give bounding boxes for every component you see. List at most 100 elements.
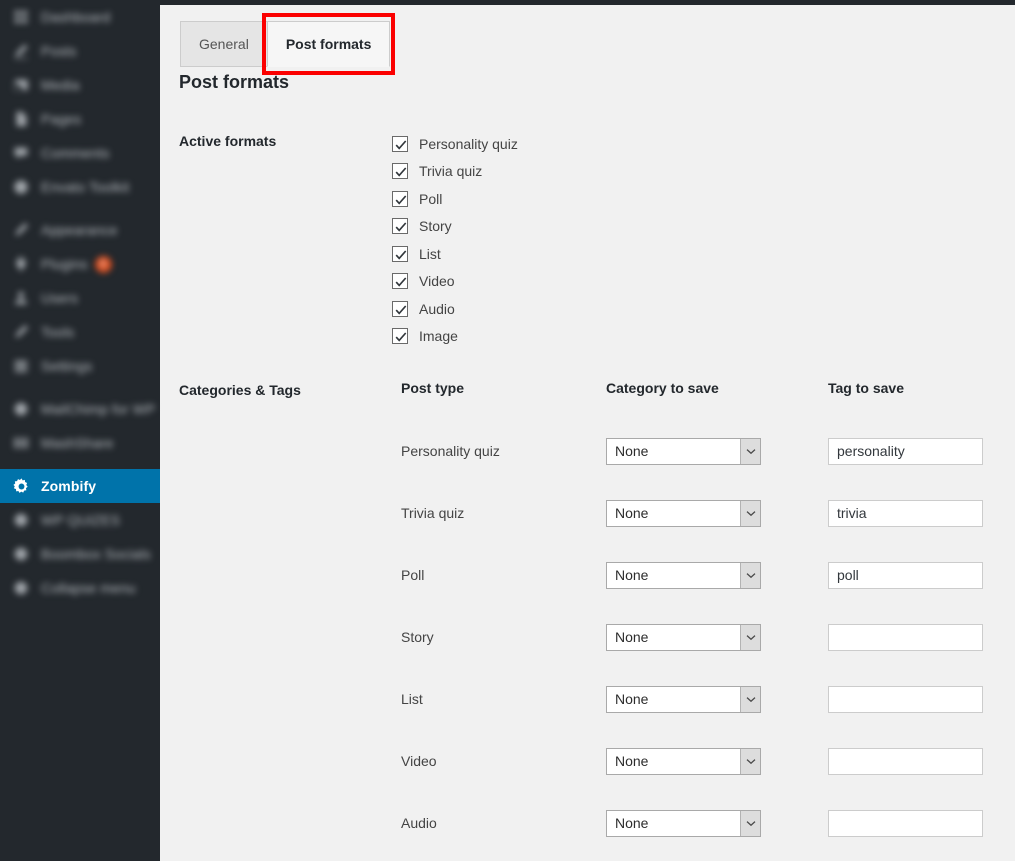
sidebar-item-appearance[interactable]: Appearance: [0, 213, 160, 247]
sidebar-item-collapse-menu[interactable]: Collapse menu: [0, 571, 160, 605]
tag-input[interactable]: poll: [828, 561, 983, 589]
sidebar-item-media[interactable]: Media: [0, 68, 160, 102]
tag-cell: [828, 685, 998, 713]
sidebar-item-envato-toolkit[interactable]: Envato Toolkit: [0, 170, 160, 204]
chevron-down-icon[interactable]: [740, 748, 760, 774]
chevron-down-icon[interactable]: [740, 810, 760, 836]
quiz-icon: [10, 510, 32, 530]
category-select[interactable]: None: [606, 623, 761, 651]
sidebar-item-boombox-socials[interactable]: Boombox Socials: [0, 537, 160, 571]
tag-cell: [828, 747, 998, 775]
wordpress-admin-screen: Dashboard Posts Media Pages Comments Envato T…: [0, 0, 1015, 861]
format-checkbox-row[interactable]: Audio: [392, 295, 1015, 323]
checkbox-story[interactable]: [392, 218, 408, 235]
sidebar-item-users[interactable]: Users: [0, 281, 160, 315]
chevron-down-icon[interactable]: [740, 438, 760, 464]
post-type-cell: Story: [401, 629, 434, 645]
sidebar-item-posts[interactable]: Posts: [0, 34, 160, 68]
collapse-icon: [10, 578, 32, 598]
sidebar-item-mailchimp-for-wp[interactable]: MailChimp for WP: [0, 392, 160, 426]
tag-input[interactable]: [828, 623, 983, 651]
category-select[interactable]: None: [606, 809, 761, 837]
category-cell: None: [606, 685, 828, 713]
media-icon: [10, 75, 32, 95]
checkbox-trivia-quiz[interactable]: [392, 163, 408, 180]
category-select[interactable]: None: [606, 685, 761, 713]
settings-icon: [10, 356, 32, 376]
sidebar-item-settings[interactable]: Settings: [0, 349, 160, 383]
socials-icon: [10, 544, 32, 564]
chevron-down-icon[interactable]: [740, 624, 760, 650]
category-select-value: None: [615, 814, 649, 831]
sidebar-item-label: Comments: [41, 145, 110, 161]
chevron-down-icon[interactable]: [740, 686, 760, 712]
checkbox-image[interactable]: [392, 328, 408, 345]
checkbox-poll[interactable]: [392, 190, 408, 207]
sidebar-separator: [0, 460, 160, 469]
category-select-value: None: [615, 628, 649, 645]
tab-general-label: General: [199, 36, 249, 52]
tab-general[interactable]: General: [180, 21, 268, 67]
categories-tags-table: Post type Category to save Tag to save P…: [401, 380, 1001, 854]
sidebar-item-label: MashShare: [41, 435, 114, 451]
sidebar-item-comments[interactable]: Comments: [0, 136, 160, 170]
tag-cell: personality: [828, 437, 998, 465]
sidebar-item-wp-quizes[interactable]: WP QUIZES: [0, 503, 160, 537]
sidebar-item-label: Appearance: [41, 222, 118, 238]
category-select[interactable]: None: [606, 499, 761, 527]
tag-input[interactable]: [828, 809, 983, 837]
checkbox-personality-quiz[interactable]: [392, 135, 408, 152]
sidebar-item-dashboard[interactable]: Dashboard: [0, 0, 160, 34]
table-row: Trivia quiz None trivia: [401, 482, 1001, 544]
sidebar-item-label: Tools: [41, 324, 75, 340]
category-cell: None: [606, 561, 828, 589]
tag-input[interactable]: [828, 685, 983, 713]
category-select[interactable]: None: [606, 437, 761, 465]
sidebar-item-plugins[interactable]: Plugins 6: [0, 247, 160, 281]
plug-icon: [10, 254, 32, 274]
tag-input[interactable]: [828, 747, 983, 775]
sidebar-item-label: Zombify: [41, 478, 97, 494]
checkbox-label: Audio: [419, 300, 455, 317]
tag-input[interactable]: personality: [828, 437, 983, 465]
users-icon: [10, 288, 32, 308]
sidebar-item-label: Users: [41, 290, 79, 306]
active-formats-section: Active formats Personality quiz Trivia qu…: [160, 130, 1015, 350]
category-cell: None: [606, 499, 828, 527]
sidebar-separator: [0, 204, 160, 213]
category-select[interactable]: None: [606, 747, 761, 775]
table-row: Poll None poll: [401, 544, 1001, 606]
category-cell: None: [606, 747, 828, 775]
format-checkbox-row[interactable]: List: [392, 240, 1015, 268]
format-checkbox-row[interactable]: Poll: [392, 185, 1015, 213]
chevron-down-icon[interactable]: [740, 562, 760, 588]
comment-icon: [10, 143, 32, 163]
category-select-value: None: [615, 442, 649, 459]
format-checkbox-row[interactable]: Video: [392, 268, 1015, 296]
category-select[interactable]: None: [606, 561, 761, 589]
sidebar-item-zombify[interactable]: Zombify: [0, 469, 168, 503]
sidebar-item-label: Posts: [41, 43, 77, 59]
chevron-down-icon[interactable]: [740, 500, 760, 526]
checkbox-list[interactable]: [392, 245, 408, 262]
checkbox-audio[interactable]: [392, 300, 408, 317]
format-checkbox-row[interactable]: Personality quiz: [392, 130, 1015, 158]
sidebar-item-mashshare[interactable]: MashShare: [0, 426, 160, 460]
format-checkbox-row[interactable]: Story: [392, 213, 1015, 241]
category-cell: None: [606, 437, 828, 465]
post-type-cell: Video: [401, 753, 437, 769]
table-row: Video None: [401, 730, 1001, 792]
sidebar-item-label: Envato Toolkit: [41, 179, 130, 195]
format-checkbox-row[interactable]: Image: [392, 323, 1015, 351]
sidebar-item-pages[interactable]: Pages: [0, 102, 160, 136]
format-checkbox-row[interactable]: Trivia quiz: [392, 158, 1015, 186]
tab-post-formats[interactable]: Post formats: [261, 13, 396, 75]
sidebar-item-tools[interactable]: Tools: [0, 315, 160, 349]
tag-cell: [828, 809, 998, 837]
post-type-cell: Personality quiz: [401, 443, 500, 459]
checkbox-video[interactable]: [392, 273, 408, 290]
mashshare-icon: [10, 433, 32, 453]
tag-input[interactable]: trivia: [828, 499, 983, 527]
column-header-tag: Tag to save: [828, 380, 904, 396]
admin-bar: [0, 0, 1015, 5]
